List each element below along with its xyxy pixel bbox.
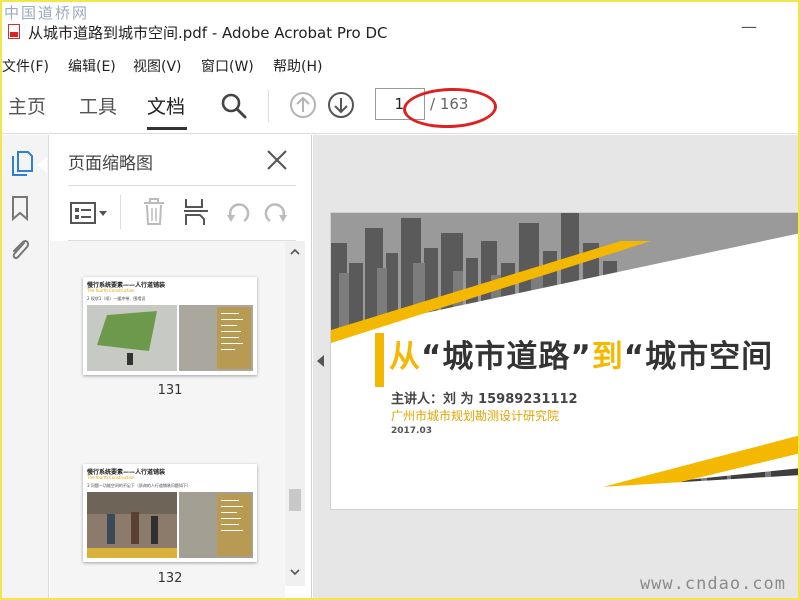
delete-icon[interactable] <box>142 197 166 227</box>
panel-title: 页面缩略图 <box>68 154 153 174</box>
tab-home[interactable]: 主页 <box>8 92 46 119</box>
pdf-file-icon <box>8 24 20 39</box>
panel-divider <box>68 185 296 186</box>
active-pane-marker <box>38 157 47 173</box>
menu-edit[interactable]: 编辑(E) <box>68 54 116 78</box>
tab-document[interactable]: 文档 <box>147 92 185 119</box>
minimize-button[interactable]: — <box>741 19 757 35</box>
menu-help[interactable]: 帮助(H) <box>273 54 322 78</box>
slide-title: 从“城市道路”到“城市空间 <box>389 331 773 376</box>
thumbnail-tools <box>68 193 298 233</box>
toolbar-separator <box>268 90 269 122</box>
tools-separator <box>120 195 121 229</box>
menu-window[interactable]: 窗口(W) <box>201 54 254 78</box>
scrollbar-thumb[interactable] <box>289 489 301 511</box>
slide-title-part: 到 <box>591 339 624 375</box>
thumbnail-page-number: 131 <box>157 383 183 398</box>
window-title: 从城市道路到城市空间.pdf - Adobe Acrobat Pro DC <box>28 24 388 42</box>
slide-institute: 广州市城市规划勘测设计研究院 <box>391 409 560 423</box>
thumbnail-caption: 2 现状1（续）—缓冲带、围墙设 <box>87 296 146 301</box>
navigation-pane-strip <box>0 135 49 600</box>
menu-file[interactable]: 文件(F) <box>2 54 49 78</box>
slide-date: 2017.03 <box>391 426 432 436</box>
watermark-logo: 中国道桥网 <box>4 4 90 22</box>
search-icon[interactable] <box>220 92 248 120</box>
title-bar: 从城市道路到城市空间.pdf - Adobe Acrobat Pro DC — <box>0 0 800 50</box>
thumbnail-scrollbar[interactable] <box>285 241 305 586</box>
slide-title-part: “城市道路” <box>421 339 592 375</box>
thumbnail-photos <box>87 305 253 371</box>
slide-title-part: 从 <box>389 339 421 375</box>
thumbnail-subheading: The fourth Construction <box>87 475 135 480</box>
thumbnail-page-132[interactable]: 慢行系统要素——人行道铺装 The fourth Construction 3 … <box>83 464 257 562</box>
slide-title-part: “城市空间 <box>623 339 774 375</box>
next-page-icon[interactable] <box>327 91 355 119</box>
menu-bar: 文件(F) 编辑(E) 视图(V) 窗口(W) 帮助(H) <box>0 52 800 76</box>
slide-page: 从“城市道路”到“城市空间 主讲人：刘 为 15989231112 广州市城市规… <box>330 212 800 510</box>
attachment-icon[interactable] <box>8 235 32 265</box>
scroll-up-icon[interactable] <box>289 247 301 257</box>
watermark-url: www.cndao.com <box>639 574 786 594</box>
bookmark-icon[interactable] <box>10 195 30 221</box>
redo-icon[interactable] <box>262 199 290 227</box>
scroll-down-icon[interactable] <box>289 567 301 577</box>
tab-tools[interactable]: 工具 <box>79 92 117 119</box>
toolbar: 主页 工具 文档 1 / 163 <box>0 78 800 134</box>
close-icon[interactable] <box>264 147 290 173</box>
thumbnail-page-131[interactable]: 慢行系统要素——人行道铺装 The fourth Construction 2 … <box>83 277 257 375</box>
collapse-pane-icon[interactable] <box>317 355 324 367</box>
undo-icon[interactable] <box>224 199 252 227</box>
slide-presenter: 主讲人：刘 为 15989231112 <box>391 392 578 407</box>
thumbnail-list: 慢行系统要素——人行道铺装 The fourth Construction 2 … <box>50 241 285 600</box>
title-accent-bar <box>375 333 384 387</box>
rotate-page-icon[interactable] <box>182 197 210 227</box>
options-menu-icon[interactable] <box>70 201 108 225</box>
thumbnail-photos <box>87 492 253 558</box>
active-tab-indicator <box>147 127 187 130</box>
menu-view[interactable]: 视图(V) <box>133 54 182 78</box>
thumbnail-panel: 页面缩略图 慢行系统要素——人行道铺装 The fourth Construct… <box>50 135 312 600</box>
previous-page-icon[interactable] <box>289 91 317 119</box>
document-viewer[interactable]: 从“城市道路”到“城市空间 主讲人：刘 为 15989231112 广州市城市规… <box>313 135 800 600</box>
thumbnail-page-number: 132 <box>157 571 183 586</box>
thumbnail-caption: 3 问题—功能空间的不足下（质询的人行道铺装问题如下） <box>87 483 191 488</box>
page-thumbnails-icon[interactable] <box>10 149 34 177</box>
thumbnail-subheading: The fourth Construction <box>87 288 135 293</box>
